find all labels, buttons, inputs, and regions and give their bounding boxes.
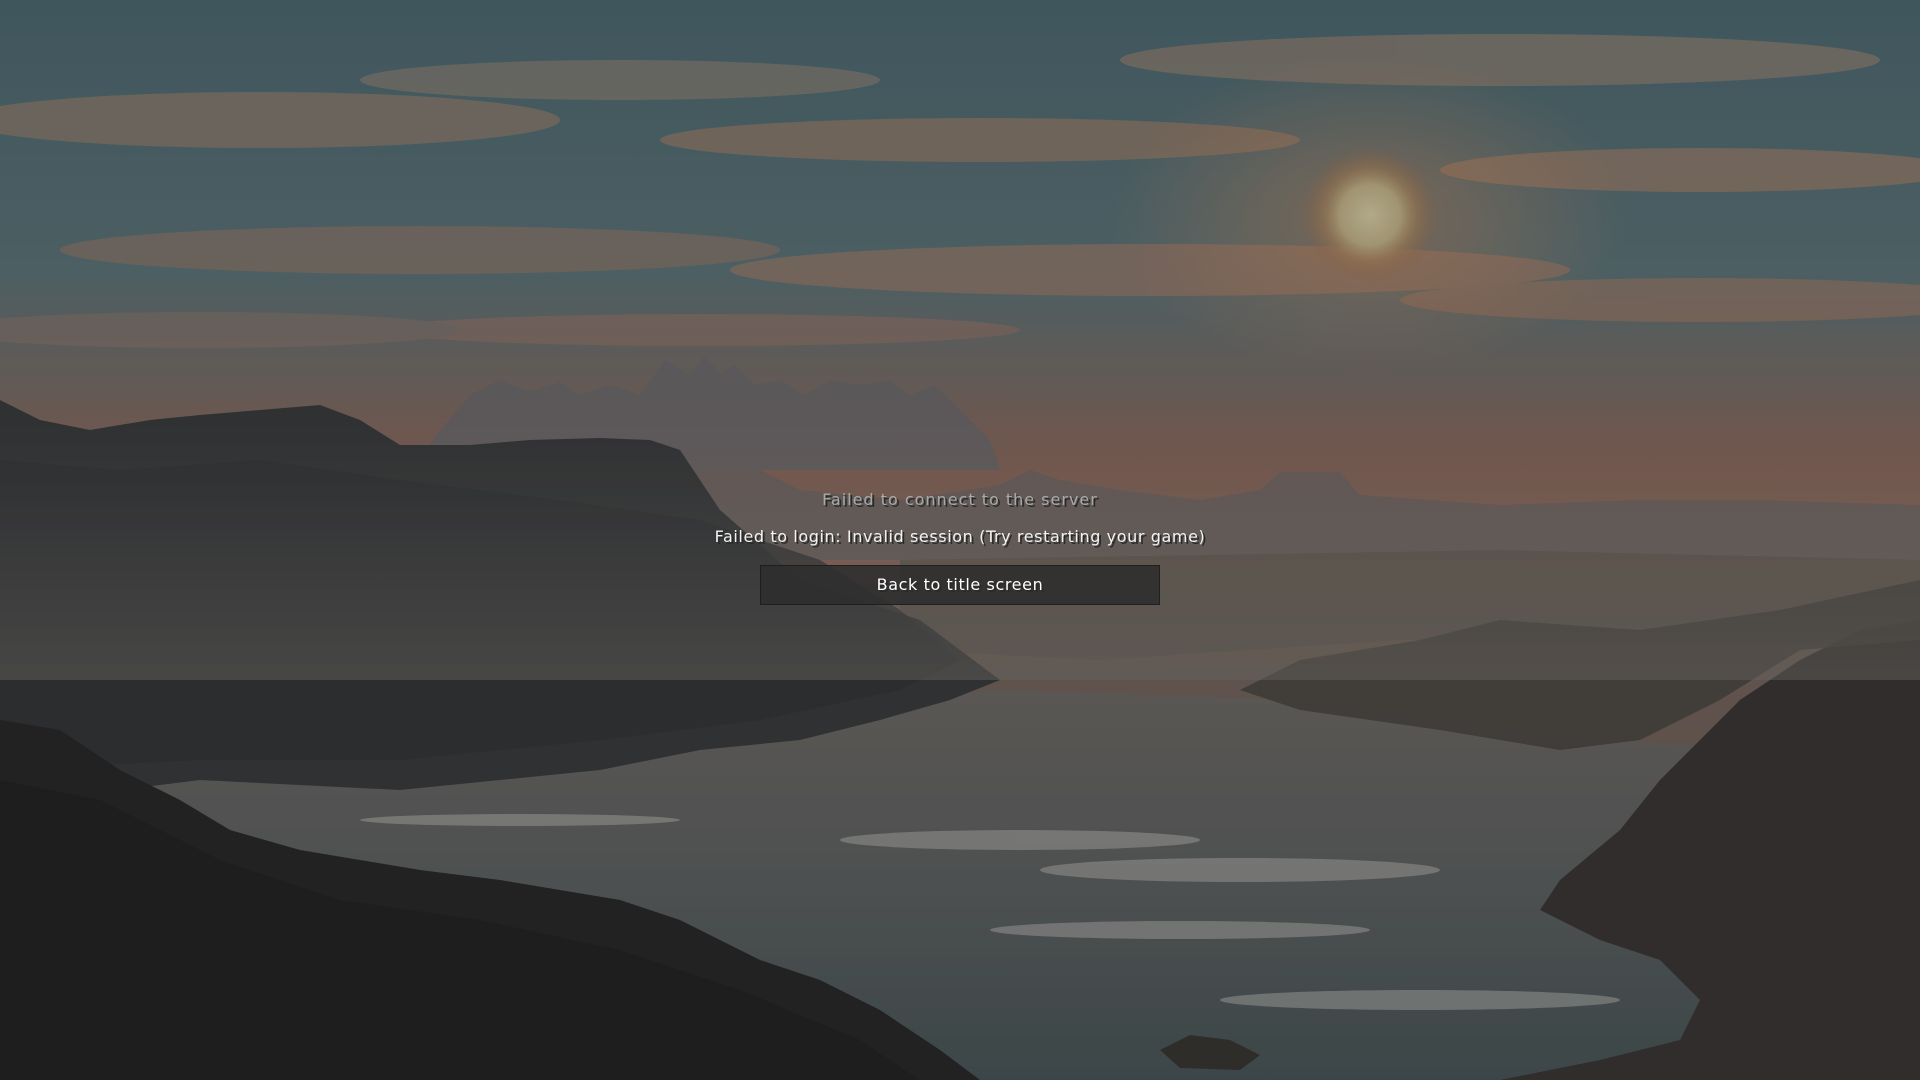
back-to-title-button[interactable]: Back to title screen [760, 565, 1160, 605]
error-detail-message: Failed to login: Invalid session (Try re… [714, 527, 1206, 546]
connection-error-dialog: Failed to connect to the server Failed t… [0, 0, 1920, 1080]
error-title: Failed to connect to the server [822, 490, 1098, 509]
disconnected-screen: Failed to connect to the server Failed t… [0, 0, 1920, 1080]
